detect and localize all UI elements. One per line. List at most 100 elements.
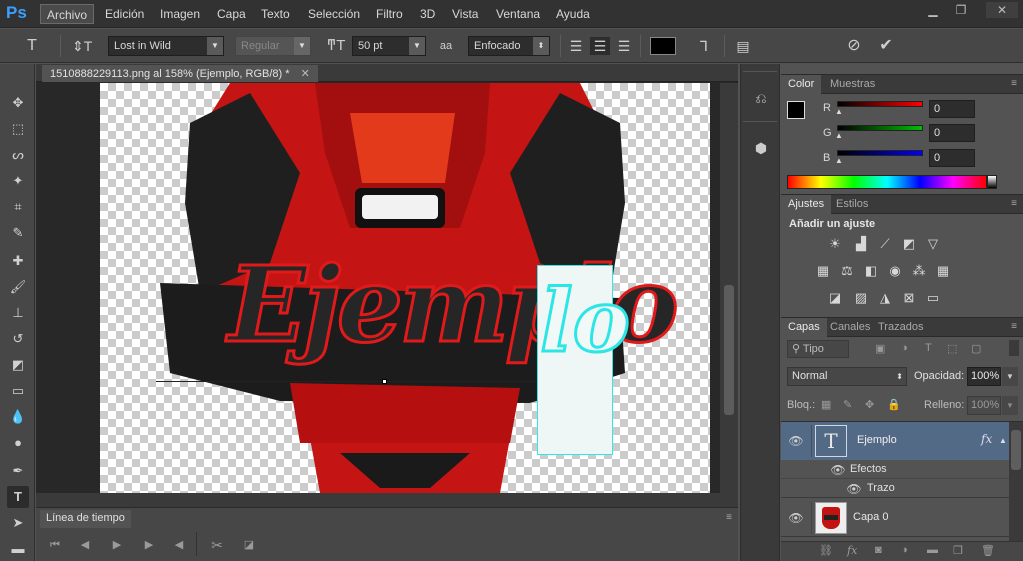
photo-filter-icon[interactable]: ◉ (885, 261, 905, 281)
filter-shape-icon[interactable]: ⬚ (947, 342, 957, 355)
align-right-icon[interactable]: ☰ (614, 37, 634, 55)
add-style-icon[interactable]: fx (847, 544, 857, 557)
layers-scroll-thumb[interactable] (1011, 430, 1021, 470)
grayscale-ramp[interactable] (987, 175, 997, 189)
play-icon[interactable]: ▶ (108, 536, 126, 554)
align-left-icon[interactable]: ☰ (566, 37, 586, 55)
history-panel-icon[interactable]: ⎌ (749, 86, 773, 110)
filter-toggle[interactable] (1009, 340, 1019, 356)
new-group-icon[interactable]: ▬ (927, 544, 938, 556)
fx-icon[interactable]: fx (981, 432, 992, 446)
eraser-tool-icon[interactable]: ◩ (7, 354, 29, 376)
layer-row-ejemplo[interactable]: 👁 T Ejemplo fx ▲ (781, 422, 1009, 460)
tab-color[interactable]: Color (781, 75, 822, 94)
brush-tool-icon[interactable]: 🖌 (7, 276, 29, 298)
foreground-color-swatch[interactable] (787, 101, 805, 119)
menu-edicion[interactable]: Edición (99, 4, 150, 24)
marquee-tool-icon[interactable]: ⬚ (7, 118, 29, 140)
menu-seleccion[interactable]: Selección (302, 4, 366, 24)
effect-row-trazo[interactable]: 👁 Trazo (781, 479, 1009, 498)
curves-icon[interactable]: ⟋ (875, 234, 895, 254)
channel-g-value[interactable]: 0 (929, 124, 975, 142)
link-layers-icon[interactable]: ⛓ (819, 544, 833, 557)
healing-brush-tool-icon[interactable]: ✚ (7, 250, 29, 272)
text-color-swatch[interactable] (650, 37, 676, 55)
path-selection-tool-icon[interactable]: ➤ (7, 512, 29, 534)
layer-filter-select[interactable]: ⚲ Tipo (787, 340, 849, 358)
color-lookup-icon[interactable]: ▦ (933, 261, 953, 281)
color-balance-icon[interactable]: ⚖ (837, 261, 857, 281)
chevron-down-icon[interactable]: ▼ (1002, 396, 1018, 415)
channel-b-value[interactable]: 0 (929, 149, 975, 167)
character-panel-icon[interactable]: ▤ (733, 37, 753, 55)
gradient-map-icon[interactable]: ▭ (923, 288, 943, 308)
move-tool-icon[interactable]: ✥ (7, 92, 29, 114)
menu-vista[interactable]: Vista (446, 4, 484, 24)
audio-icon[interactable]: ◀ (170, 536, 188, 554)
pen-tool-icon[interactable]: ✒ (7, 460, 29, 482)
menu-filtro[interactable]: Filtro (370, 4, 409, 24)
slider-handle-icon[interactable]: ▲ (835, 131, 843, 140)
panel-menu-icon[interactable]: ≡ (1011, 78, 1017, 89)
slider-handle-icon[interactable]: ▲ (835, 156, 843, 165)
rectangle-tool-icon[interactable]: ▬ (7, 538, 29, 560)
color-spectrum-bar[interactable] (787, 175, 987, 189)
opacity-input[interactable]: 100% (967, 367, 1001, 386)
black-white-icon[interactable]: ◧ (861, 261, 881, 281)
tab-capas[interactable]: Capas (781, 318, 827, 337)
tab-canales[interactable]: Canales (823, 318, 877, 337)
vertical-scroll-thumb[interactable] (724, 285, 734, 415)
threshold-icon[interactable]: ◮ (875, 288, 895, 308)
blend-mode-select[interactable]: Normal ⬍ (787, 367, 907, 386)
hue-saturation-icon[interactable]: ▦ (813, 261, 833, 281)
exposure-icon[interactable]: ◩ (899, 234, 919, 254)
document-tab[interactable]: 1510888229113.png al 158% (Ejemplo, RGB/… (42, 65, 318, 82)
new-adjustment-icon[interactable]: ◑ (901, 544, 908, 556)
invert-icon[interactable]: ◪ (825, 288, 845, 308)
menu-3d[interactable]: 3D (414, 4, 441, 24)
filter-adjustment-icon[interactable]: ◑ (901, 342, 908, 354)
levels-icon[interactable]: ▟ (851, 234, 871, 254)
clone-stamp-tool-icon[interactable]: ⊥ (7, 302, 29, 324)
chevron-down-icon[interactable]: ▼ (1002, 367, 1018, 386)
previous-frame-icon[interactable]: ◀ (76, 536, 94, 554)
layer-name[interactable]: Ejemplo (857, 434, 897, 446)
menu-archivo[interactable]: Archivo (40, 4, 95, 24)
fill-input[interactable]: 100% (967, 396, 1001, 415)
restore-icon[interactable]: ❐ (950, 2, 972, 18)
transition-icon[interactable]: ◪ (240, 536, 258, 554)
collapse-effects-icon[interactable]: ▲ (999, 436, 1007, 445)
minimize-icon[interactable]: ▁ (922, 2, 944, 18)
antialias-select[interactable]: Enfocado ⬍ (468, 36, 550, 56)
blur-tool-icon[interactable]: 💧 (7, 406, 29, 428)
slider-handle-icon[interactable]: ▲ (835, 107, 843, 116)
visibility-eye-icon[interactable]: 👁 (828, 463, 848, 477)
selective-color-icon[interactable]: ⊠ (899, 288, 919, 308)
first-frame-icon[interactable]: ⏮ (46, 536, 64, 554)
split-clip-icon[interactable]: ✂ (208, 536, 226, 554)
filter-smart-icon[interactable]: ▢ (971, 342, 981, 355)
tab-estilos[interactable]: Estilos (829, 195, 875, 214)
filter-pixel-icon[interactable]: ▣ (875, 342, 885, 355)
effects-row[interactable]: 👁 Efectos (781, 460, 1009, 479)
channel-b-slider[interactable] (837, 150, 923, 156)
commit-icon[interactable]: ✔ (876, 37, 896, 55)
menu-ayuda[interactable]: Ayuda (550, 4, 596, 24)
panel-menu-icon[interactable]: ≡ (1011, 321, 1017, 332)
vibrance-icon[interactable]: ▽ (923, 234, 943, 254)
font-family-select[interactable]: Lost in Wild ▼ (108, 36, 224, 56)
baseline-handle[interactable] (382, 379, 387, 384)
cancel-icon[interactable]: ⊘ (844, 37, 864, 55)
3d-panel-icon[interactable]: ⬢ (749, 136, 773, 160)
new-layer-icon[interactable]: ❐ (953, 544, 963, 557)
filter-type-icon[interactable]: T (925, 342, 932, 354)
visibility-eye-icon[interactable]: 👁 (786, 511, 806, 525)
lock-image-icon[interactable]: ✎ (843, 398, 852, 411)
delete-layer-icon[interactable]: 🗑 (981, 544, 995, 557)
tab-trazados[interactable]: Trazados (871, 318, 930, 337)
eyedropper-tool-icon[interactable]: ✎ (7, 222, 29, 244)
posterize-icon[interactable]: ▨ (851, 288, 871, 308)
close-icon[interactable]: ✕ (986, 2, 1018, 18)
type-tool-preset-icon[interactable]: T (22, 37, 42, 55)
channel-g-slider[interactable] (837, 125, 923, 131)
